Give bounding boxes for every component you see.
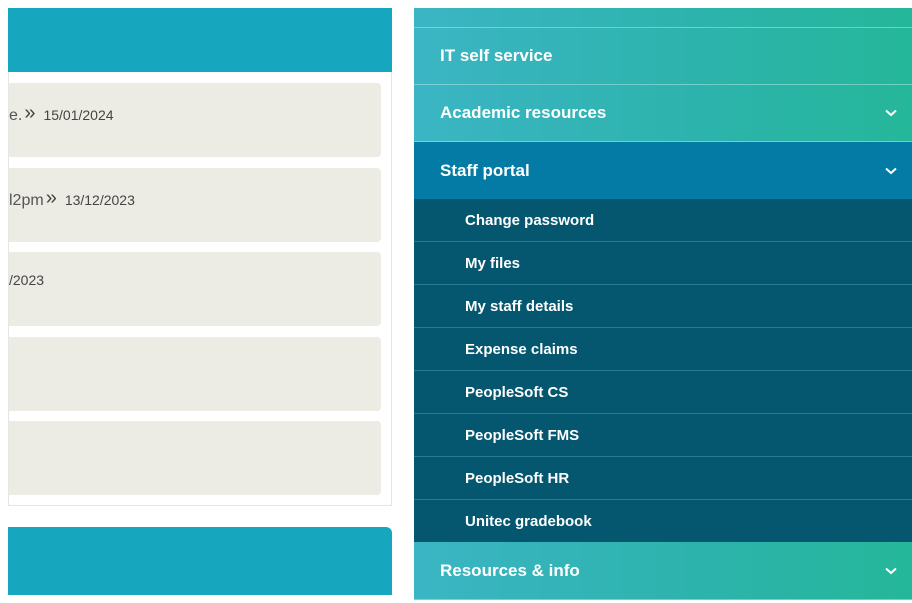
nav-item-it-self-service[interactable]: IT self service — [414, 28, 912, 85]
news-line: e.» 15/01/2024 — [9, 102, 114, 126]
submenu-item-change-password[interactable]: Change password — [414, 199, 912, 242]
chevron-down-icon[interactable] — [876, 103, 906, 123]
news-date: 15/01/2024 — [43, 107, 114, 123]
news-card[interactable]: /2023 — [9, 252, 381, 326]
submenu-item-peoplesoft-hr[interactable]: PeopleSoft HR — [414, 457, 912, 500]
chevron-down-icon[interactable] — [876, 561, 906, 581]
nav-item-academic-resources[interactable]: Academic resources — [414, 85, 912, 142]
news-line: l2pm» 13/12/2023 — [9, 187, 135, 211]
staff-portal-submenu: Change password My files My staff detail… — [414, 199, 912, 543]
nav-item-label: Resources & info — [440, 560, 580, 580]
news-line: /2023 — [9, 272, 44, 288]
news-date: /2023 — [9, 272, 45, 288]
nav-item-label: IT self service — [440, 46, 553, 65]
submenu-item-peoplesoft-fms[interactable]: PeopleSoft FMS — [414, 414, 912, 457]
news-snippet: e. — [9, 107, 23, 124]
submenu-item-my-staff-details[interactable]: My staff details — [414, 285, 912, 328]
news-card[interactable] — [9, 421, 381, 495]
double-chevron-right-icon[interactable]: » — [24, 102, 35, 124]
news-card[interactable] — [9, 337, 381, 411]
news-panel-footer — [8, 527, 392, 595]
news-panel: e.» 15/01/2024 l2pm» 13/12/2023 /2023 — [0, 0, 392, 603]
news-list: e.» 15/01/2024 l2pm» 13/12/2023 /2023 — [8, 72, 392, 506]
nav-item-label: Staff portal — [440, 160, 530, 180]
nav-item-resources-info[interactable]: Resources & info — [414, 542, 912, 600]
side-navigation: IT self service Academic resources Staff… — [414, 8, 912, 603]
news-snippet: l2pm — [9, 192, 44, 209]
nav-item-partial[interactable] — [414, 8, 912, 28]
news-panel-header — [8, 8, 392, 72]
submenu-item-unitec-gradebook[interactable]: Unitec gradebook — [414, 500, 912, 543]
nav-item-label: Academic resources — [440, 103, 607, 122]
page: e.» 15/01/2024 l2pm» 13/12/2023 /2023 IT s… — [0, 0, 912, 603]
news-card[interactable]: e.» 15/01/2024 — [9, 83, 381, 157]
submenu-item-peoplesoft-cs[interactable]: PeopleSoft CS — [414, 371, 912, 414]
double-chevron-right-icon[interactable]: » — [46, 187, 57, 209]
news-card[interactable]: l2pm» 13/12/2023 — [9, 168, 381, 242]
news-date: 13/12/2023 — [64, 192, 135, 208]
nav-item-staff-portal[interactable]: Staff portal — [414, 142, 912, 199]
chevron-down-icon[interactable] — [876, 161, 906, 181]
submenu-item-my-files[interactable]: My files — [414, 242, 912, 285]
submenu-item-expense-claims[interactable]: Expense claims — [414, 328, 912, 371]
